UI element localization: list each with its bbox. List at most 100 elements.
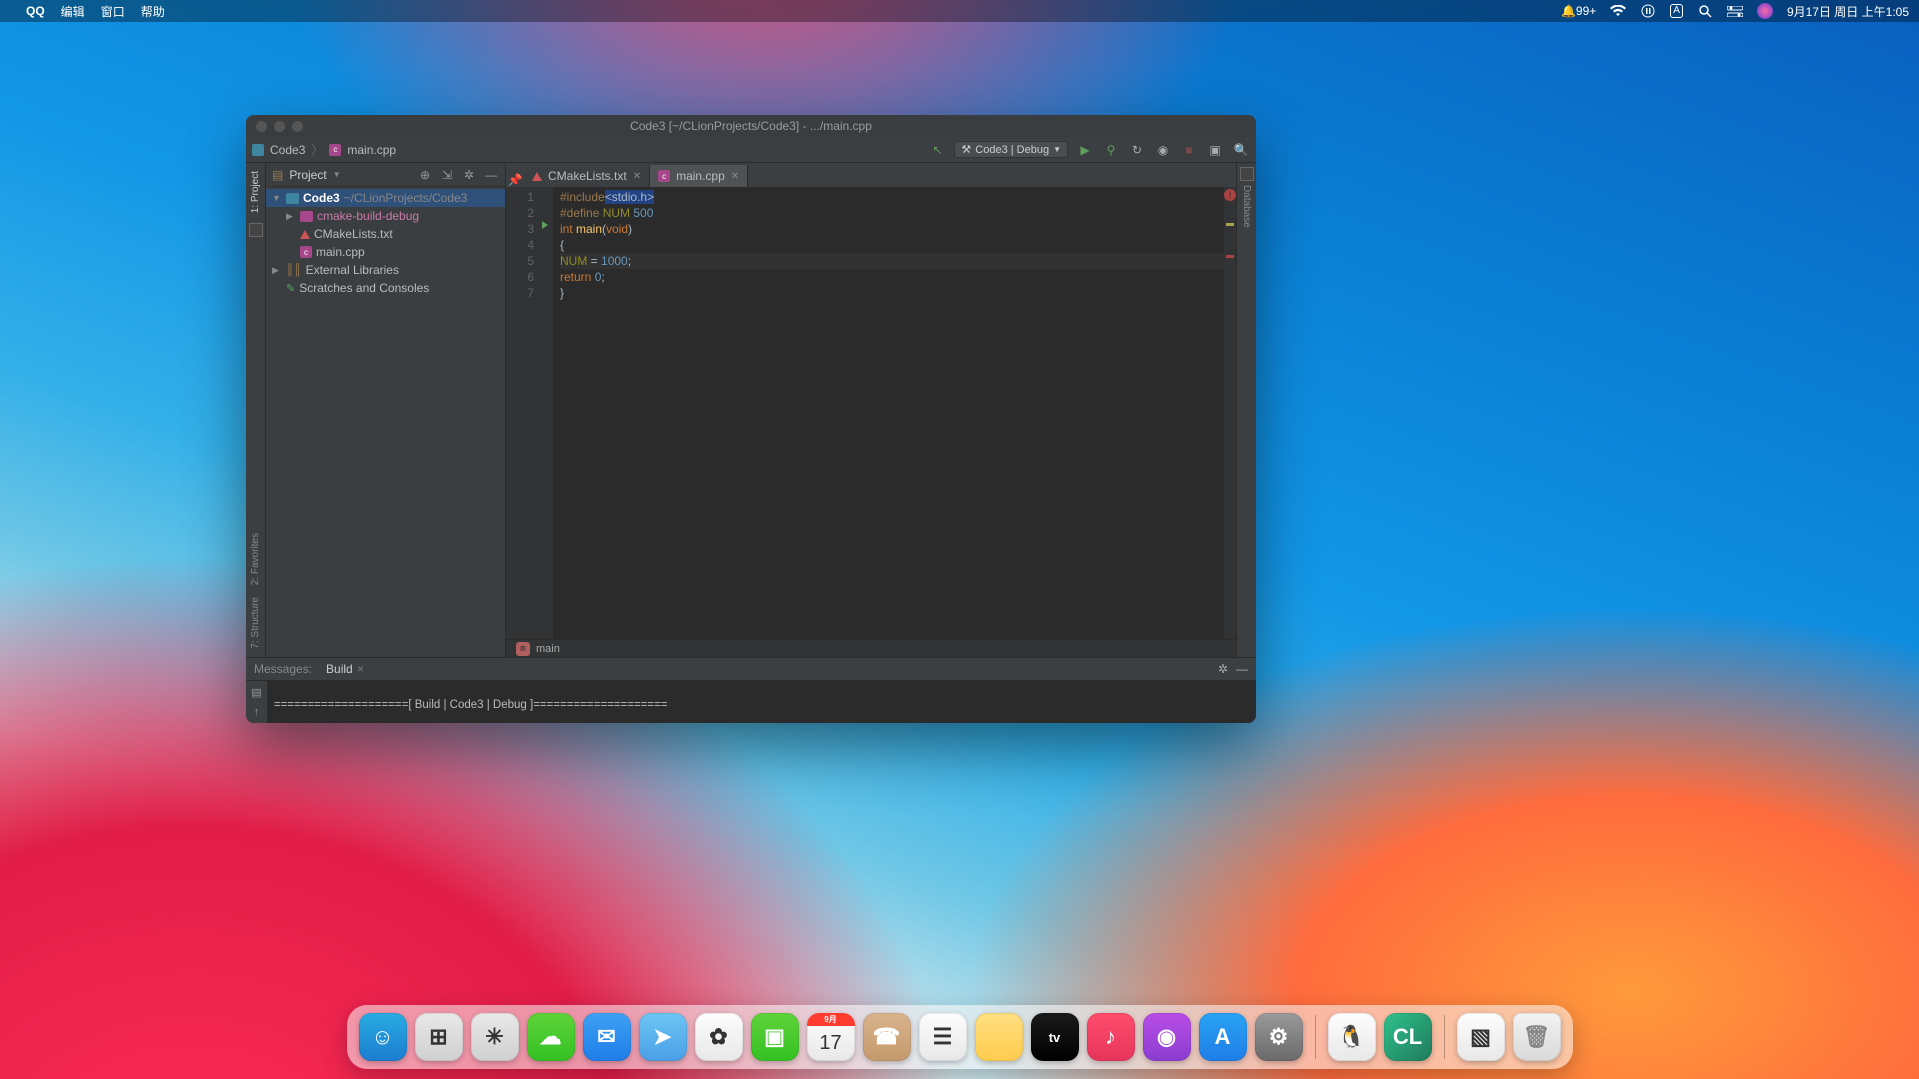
profile-button[interactable]: ◉ (1154, 141, 1172, 159)
tab-main[interactable]: c main.cpp ✕ (650, 165, 748, 187)
tree-cmake-build[interactable]: ▶ cmake-build-debug (266, 207, 505, 225)
breadcrumb-function[interactable]: main (536, 643, 560, 655)
app-name-menu[interactable]: QQ (26, 4, 45, 18)
tree-cmakelists[interactable]: CMakeLists.txt (266, 225, 505, 243)
database-tool-tab[interactable]: Database (1241, 181, 1252, 232)
locate-icon[interactable]: ⊕ (417, 167, 433, 183)
control-center-icon[interactable] (1727, 3, 1743, 19)
dock-qq-icon[interactable]: 🐧 (1328, 1013, 1376, 1061)
project-tool-tab[interactable]: 1: Project (250, 167, 261, 217)
clion-window: Code3 [~/CLionProjects/Code3] - .../main… (246, 115, 1256, 723)
hammer-icon: ⚒ (961, 143, 971, 156)
window-zoom-button[interactable] (292, 121, 303, 132)
run-button[interactable]: ▶ (1076, 141, 1094, 159)
menu-help[interactable]: 帮助 (141, 3, 165, 20)
input-source-icon[interactable]: A (1670, 4, 1683, 18)
tree-root[interactable]: ▼ Code3 ~/CLionProjects/Code3 (266, 189, 505, 207)
dock-contacts-icon[interactable]: ☎ (863, 1013, 911, 1061)
error-line[interactable]: NUM = 1000; (560, 253, 1224, 269)
settings-gear-icon[interactable]: ✲ (1218, 662, 1228, 676)
code-content[interactable]: #include<stdio.h> #define NUM 500 int ma… (554, 187, 1224, 639)
back-arrow-icon[interactable]: ↖ (928, 141, 946, 159)
project-tree[interactable]: ▼ Code3 ~/CLionProjects/Code3 ▶ cmake-bu… (266, 187, 505, 299)
layout-button[interactable]: ▣ (1206, 141, 1224, 159)
stop-button[interactable]: ■ (1180, 141, 1198, 159)
messages-tab-build[interactable]: Build✕ (326, 662, 364, 676)
dock-appstore-icon[interactable]: A (1199, 1013, 1247, 1061)
code-editor[interactable]: 1234567 #include<stdio.h> #define NUM 50… (506, 187, 1236, 639)
run-gutter-icon[interactable] (542, 221, 548, 229)
breadcrumb-project[interactable]: Code3 (270, 143, 305, 157)
editor-breadcrumb[interactable]: m main (506, 639, 1236, 657)
favorites-tool-tab[interactable]: 2: Favorites (250, 529, 261, 589)
error-stripe[interactable]: ! (1224, 187, 1236, 639)
tree-main[interactable]: c main.cpp (266, 243, 505, 261)
close-tab-icon[interactable]: ✕ (731, 171, 739, 182)
wifi-icon[interactable] (1610, 3, 1626, 19)
line-number-gutter[interactable]: 1234567 (506, 187, 540, 639)
coverage-button[interactable]: ↻ (1128, 141, 1146, 159)
collapse-all-icon[interactable]: ⇲ (439, 167, 455, 183)
method-icon: m (516, 642, 530, 656)
project-panel: ▤ Project ▼ ⊕ ⇲ ✲ — ▼ Code3 ~/CLionProje… (266, 163, 506, 657)
dock-mail-icon[interactable]: ✉ (583, 1013, 631, 1061)
dock-facetime-icon[interactable]: ▣ (751, 1013, 799, 1061)
error-marker[interactable] (1226, 255, 1234, 258)
dock-safari-icon[interactable]: ✳ (471, 1013, 519, 1061)
run-config-label: Code3 | Debug (975, 144, 1049, 156)
notification-center-icon[interactable]: 🔔99+ (1561, 4, 1596, 18)
tree-ext-libs[interactable]: ▶ ║║ External Libraries (266, 261, 505, 279)
dock-messages-icon[interactable]: ☁ (527, 1013, 575, 1061)
settings-gear-icon[interactable]: ✲ (461, 167, 477, 183)
tool-strip-square-icon[interactable] (249, 223, 263, 237)
cmake-icon (532, 172, 542, 181)
dock-launchpad-icon[interactable]: ⊞ (415, 1013, 463, 1061)
dock-trash-icon[interactable]: 🗑 (1513, 1013, 1561, 1061)
warning-marker[interactable] (1226, 223, 1234, 226)
right-tool-strip: Database (1236, 163, 1256, 657)
spotlight-icon[interactable] (1697, 3, 1713, 19)
tab-pin-icon[interactable]: 📌 (506, 173, 524, 187)
build-output[interactable]: ====================[ Build | Code3 | De… (268, 681, 1043, 723)
hide-panel-icon[interactable]: — (1236, 662, 1248, 676)
dropdown-icon[interactable]: ▼ (333, 170, 341, 179)
window-close-button[interactable] (256, 121, 267, 132)
database-tool-icon[interactable] (1240, 167, 1254, 181)
dropdown-icon: ▼ (1053, 145, 1061, 154)
structure-tool-tab[interactable]: 7: Structure (250, 593, 261, 653)
dock-clion-icon[interactable]: CL (1384, 1013, 1432, 1061)
dock-podcasts-icon[interactable]: ◉ (1143, 1013, 1191, 1061)
project-panel-title[interactable]: Project (289, 168, 326, 182)
close-tab-icon[interactable]: ✕ (357, 664, 365, 675)
dock-calendar-icon[interactable]: 9月17 (807, 1013, 855, 1061)
close-tab-icon[interactable]: ✕ (633, 171, 641, 182)
left-tool-strip: 1: Project 2: Favorites 7: Structure (246, 163, 266, 657)
menu-edit[interactable]: 编辑 (61, 3, 85, 20)
dock-appletv-icon[interactable]: tv (1031, 1013, 1079, 1061)
tab-cmakelists[interactable]: CMakeLists.txt ✕ (524, 165, 650, 187)
window-titlebar[interactable]: Code3 [~/CLionProjects/Code3] - .../main… (246, 115, 1256, 137)
breadcrumb-file[interactable]: main.cpp (347, 143, 396, 157)
hide-panel-icon[interactable]: — (483, 167, 499, 183)
menu-window[interactable]: 窗口 (101, 3, 125, 20)
gutter-icons[interactable] (540, 187, 554, 639)
window-minimize-button[interactable] (274, 121, 285, 132)
dock-maps-icon[interactable]: ➤ (639, 1013, 687, 1061)
tree-scratches[interactable]: ✎ Scratches and Consoles (266, 279, 505, 297)
dock-notes-icon[interactable] (975, 1013, 1023, 1061)
dock-finder-icon[interactable]: ☺ (359, 1013, 407, 1061)
up-arrow-icon[interactable]: ↑ (250, 705, 264, 719)
debug-button[interactable]: ⚲ (1102, 141, 1120, 159)
dock-reminders-icon[interactable]: ☰ (919, 1013, 967, 1061)
dock-screenshot-icon[interactable]: ▧ (1457, 1013, 1505, 1061)
rerun-icon[interactable]: ▤ (250, 685, 264, 699)
dock-settings-icon[interactable]: ⚙ (1255, 1013, 1303, 1061)
dock-music-icon[interactable]: ♪ (1087, 1013, 1135, 1061)
run-config-selector[interactable]: ⚒ Code3 | Debug ▼ (954, 141, 1068, 158)
dock-photos-icon[interactable]: ✿ (695, 1013, 743, 1061)
error-summary-icon[interactable]: ! (1224, 189, 1236, 201)
clock[interactable]: 9月17日 周日 上午1:05 (1787, 3, 1909, 20)
search-everywhere-button[interactable]: 🔍 (1232, 141, 1250, 159)
siri-icon[interactable] (1757, 3, 1773, 19)
pause-icon[interactable] (1640, 3, 1656, 19)
